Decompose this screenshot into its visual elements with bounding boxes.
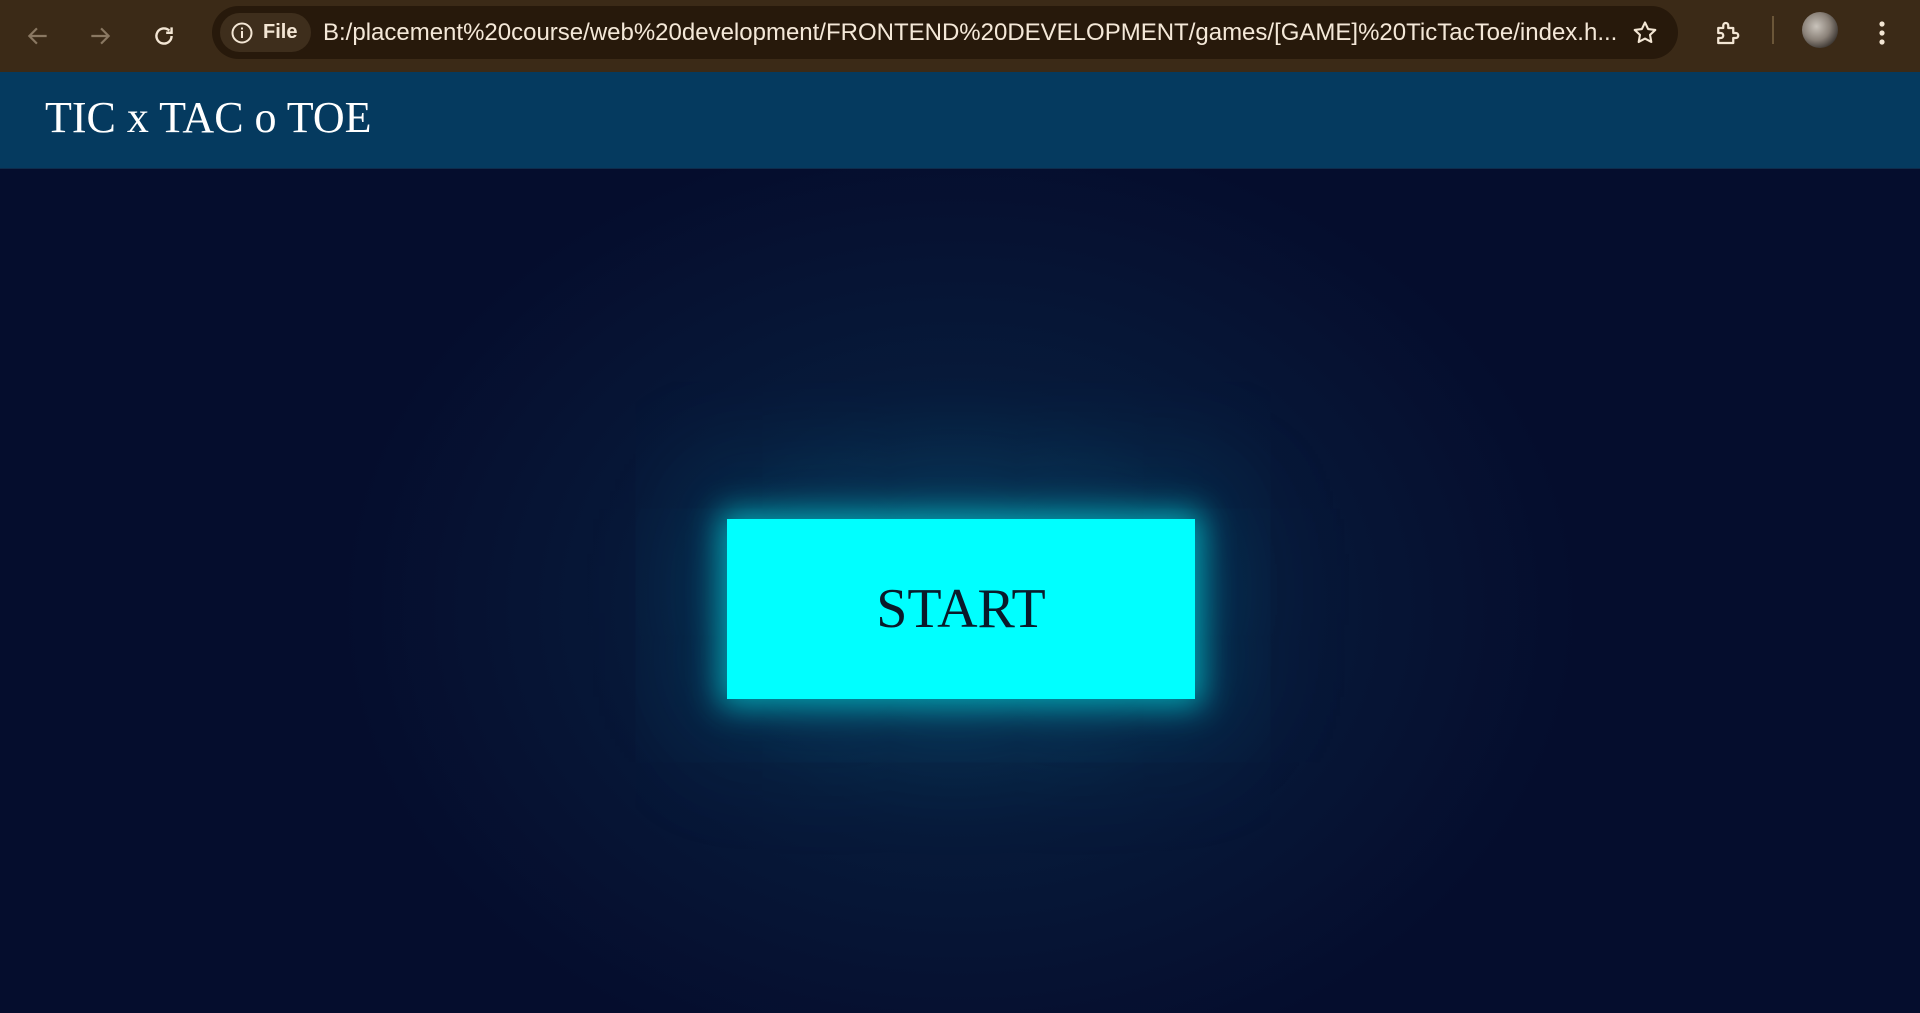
page-title: TIC x TAC o TOE [45,93,372,142]
arrow-right-icon [91,27,111,45]
browser-toolbar: File B:/placement%20course/web%20develop… [0,0,1920,72]
game-page: TIC x TAC o TOE START [0,72,1920,1013]
url-text[interactable]: B:/placement%20course/web%20development/… [323,6,1617,59]
back-button[interactable] [14,12,62,60]
site-info-chip[interactable]: File [220,13,312,52]
kebab-menu-icon [1879,21,1885,45]
page-header: TIC x TAC o TOE [0,72,1920,169]
reload-icon [155,27,173,45]
bookmark-button[interactable] [1624,12,1666,54]
menu-button[interactable] [1862,10,1902,56]
info-icon [230,21,254,45]
site-chip-label: File [263,21,298,43]
reload-button[interactable] [140,12,188,60]
start-button[interactable]: START [727,519,1195,699]
toolbar-divider [1772,16,1774,44]
forward-button[interactable] [76,12,124,60]
star-icon [1633,21,1657,44]
extensions-button[interactable] [1704,10,1750,56]
avatar[interactable] [1802,12,1838,48]
puzzle-icon [1717,21,1740,45]
address-bar[interactable]: File B:/placement%20course/web%20develop… [212,6,1678,59]
arrow-left-icon [27,27,47,45]
